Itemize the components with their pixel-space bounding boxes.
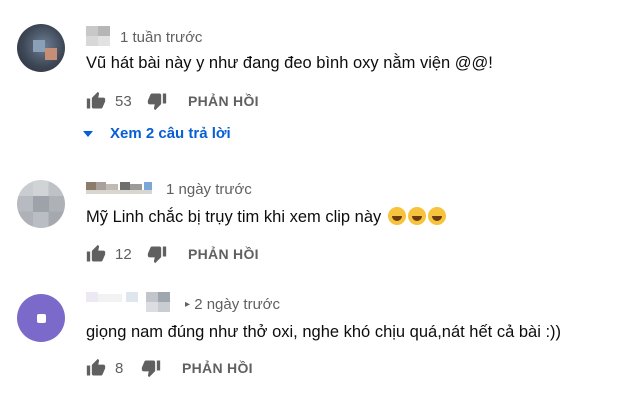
comment-actions: 53 PHẢN HỒI	[86, 91, 259, 111]
comment-time[interactable]: 1 tuần trước	[120, 29, 202, 46]
comment-time[interactable]: 1 ngày trước	[166, 181, 252, 198]
view-replies-label: Xem 2 câu trả lời	[110, 125, 231, 142]
dislike-icon[interactable]	[141, 358, 161, 378]
like-icon[interactable]	[86, 244, 106, 264]
chevron-down-icon	[83, 130, 93, 137]
avatar[interactable]	[17, 180, 65, 228]
laughing-emoji-icon	[427, 207, 446, 225]
dislike-icon[interactable]	[147, 244, 167, 264]
author-name-blurred[interactable]	[86, 26, 110, 46]
laughing-emoji-icon	[407, 207, 426, 225]
comment-text: Vũ hát bài này y như đang đeo bình oxy n…	[86, 54, 493, 72]
author-name-blurred[interactable]	[86, 292, 186, 314]
laughing-emoji-icon	[387, 207, 406, 225]
reply-button[interactable]: PHẢN HỒI	[188, 246, 259, 262]
reply-button[interactable]: PHẢN HỒI	[188, 93, 259, 109]
like-count: 12	[115, 245, 132, 263]
view-replies-button[interactable]: Xem 2 câu trả lời	[83, 125, 231, 142]
like-icon[interactable]	[86, 91, 106, 111]
comment-text: giọng nam đúng như thở oxi, nghe khó chị…	[86, 323, 562, 341]
avatar[interactable]	[17, 24, 65, 72]
comment-actions: 12 PHẢN HỒI	[86, 244, 259, 264]
comment-time[interactable]: ▸ 2 ngày trước	[185, 296, 280, 313]
author-name-blurred[interactable]	[86, 182, 160, 196]
like-count: 8	[115, 359, 124, 377]
reply-button[interactable]: PHẢN HỒI	[182, 360, 253, 376]
comment-time-label: 2 ngày trước	[194, 296, 280, 313]
avatar[interactable]	[17, 294, 65, 342]
dislike-icon[interactable]	[147, 91, 167, 111]
comment-text-body: Mỹ Linh chắc bị trụy tim khi xem clip nà…	[86, 208, 382, 226]
like-icon[interactable]	[86, 358, 106, 378]
like-count: 53	[115, 92, 132, 110]
comment-actions: 8 PHẢN HỒI	[86, 358, 253, 378]
comment-text: Mỹ Linh chắc bị trụy tim khi xem clip nà…	[86, 207, 446, 227]
